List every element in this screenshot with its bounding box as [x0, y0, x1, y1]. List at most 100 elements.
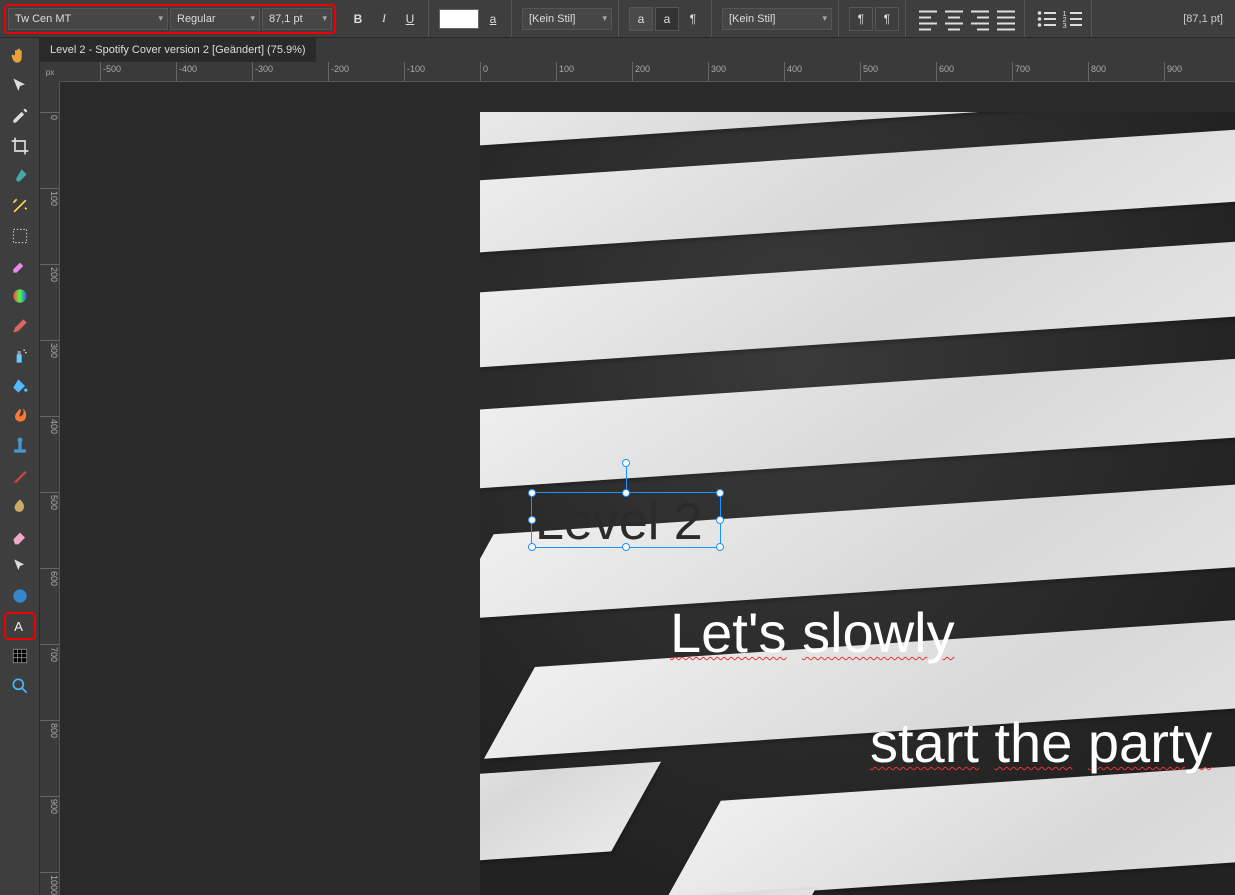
- svg-text:A: A: [14, 619, 23, 634]
- ruler-unit-label: px: [40, 62, 60, 82]
- ruler-v-tick: 200: [40, 264, 59, 282]
- horizontal-ruler[interactable]: -500-400-300-200-10001002003004005006007…: [60, 62, 1235, 82]
- pilcrow-button-3[interactable]: ¶: [875, 7, 899, 31]
- artwork-text-level2[interactable]: Level 2: [535, 492, 703, 552]
- underline-color-button[interactable]: a: [481, 7, 505, 31]
- bullet-list-button[interactable]: [1035, 7, 1059, 31]
- align-group: [910, 0, 1025, 37]
- paragraph-style-dropdown[interactable]: [Kein Stil]: [722, 8, 832, 30]
- ruler-v-tick: 300: [40, 340, 59, 358]
- leading-display: [87,1 pt]: [1183, 13, 1231, 25]
- handle-sw[interactable]: [528, 543, 536, 551]
- artwork-text-line2-word2: slowly: [802, 601, 954, 664]
- typography-button[interactable]: a: [655, 7, 679, 31]
- align-justify-button[interactable]: [994, 7, 1018, 31]
- ruler-v-tick: 1000: [40, 872, 59, 895]
- ruler-h-tick: 200: [632, 62, 650, 81]
- ruler-h-tick: -500: [100, 62, 121, 81]
- text-color-swatch[interactable]: [439, 9, 479, 29]
- ruler-h-tick: 300: [708, 62, 726, 81]
- color-picker-tool[interactable]: [4, 102, 36, 130]
- ruler-v-tick: 800: [40, 720, 59, 738]
- character-style-dropdown[interactable]: [Kein Stil]: [522, 8, 612, 30]
- brush-tool[interactable]: [4, 312, 36, 340]
- pilcrow-button-2[interactable]: ¶: [849, 7, 873, 31]
- stamp-tool[interactable]: [4, 432, 36, 460]
- gradient-tool[interactable]: [4, 282, 36, 310]
- node-tool[interactable]: [4, 552, 36, 580]
- crop-tool[interactable]: [4, 132, 36, 160]
- underline-button[interactable]: U: [398, 7, 422, 31]
- font-weight-value: Regular: [177, 13, 216, 25]
- handle-s[interactable]: [622, 543, 630, 551]
- ruler-v-tick: 0: [40, 112, 59, 120]
- pilcrow-button-1[interactable]: ¶: [681, 7, 705, 31]
- flame-tool[interactable]: [4, 402, 36, 430]
- align-right-button[interactable]: [968, 7, 992, 31]
- ruler-v-tick: 400: [40, 416, 59, 434]
- ruler-v-tick: 900: [40, 796, 59, 814]
- ruler-h-tick: 0: [480, 62, 488, 81]
- smudge-tool[interactable]: [4, 492, 36, 520]
- handle-w[interactable]: [528, 516, 536, 524]
- fill-bucket-tool[interactable]: [4, 372, 36, 400]
- ruler-v-tick: 600: [40, 568, 59, 586]
- ruler-h-tick: 100: [556, 62, 574, 81]
- artwork-text-line3-word3: party: [1088, 711, 1213, 774]
- artwork-text-line3[interactable]: start the party: [870, 710, 1212, 775]
- knife-tool[interactable]: [4, 462, 36, 490]
- font-family-dropdown[interactable]: Tw Cen MT: [8, 8, 168, 30]
- artwork-text-line2-word1: Let's: [670, 601, 787, 664]
- document-tab-bar: Level 2 - Spotify Cover version 2 [Geänd…: [0, 38, 1235, 62]
- handle-n[interactable]: [622, 489, 630, 497]
- canvas-viewport[interactable]: Level 2 Let's slowly: [60, 82, 1235, 895]
- para-style-group: [Kein Stil]: [716, 0, 839, 37]
- zoom-tool[interactable]: [4, 672, 36, 700]
- shape-tool[interactable]: [4, 582, 36, 610]
- artwork-text-line2[interactable]: Let's slowly: [670, 600, 955, 665]
- bold-button[interactable]: B: [346, 7, 370, 31]
- eraser-tool[interactable]: [4, 522, 36, 550]
- font-size-dropdown[interactable]: 87,1 pt: [262, 8, 332, 30]
- align-center-button[interactable]: [942, 7, 966, 31]
- case-group: a a ¶: [623, 0, 712, 37]
- ruler-h-tick: 500: [860, 62, 878, 81]
- magic-wand-tool[interactable]: [4, 192, 36, 220]
- align-left-button[interactable]: [916, 7, 940, 31]
- text-context-toolbar: Tw Cen MT Regular 87,1 pt B I U a [Kein …: [0, 0, 1235, 38]
- rotation-handle[interactable]: [622, 459, 630, 467]
- handle-e[interactable]: [716, 516, 724, 524]
- font-size-value: 87,1 pt: [269, 13, 303, 25]
- italic-button[interactable]: I: [372, 7, 396, 31]
- artwork-text-line3-word2: the: [994, 711, 1072, 774]
- text-tool[interactable]: A: [4, 612, 36, 640]
- hand-tool[interactable]: [4, 42, 36, 70]
- no-break-button[interactable]: a: [629, 7, 653, 31]
- spray-tool[interactable]: [4, 342, 36, 370]
- grid-tool[interactable]: [4, 642, 36, 670]
- ruler-h-tick: 400: [784, 62, 802, 81]
- selection-box[interactable]: [531, 492, 721, 548]
- handle-nw[interactable]: [528, 489, 536, 497]
- document-tab[interactable]: Level 2 - Spotify Cover version 2 [Geänd…: [40, 38, 316, 62]
- numbered-list-button[interactable]: 123: [1061, 7, 1085, 31]
- artwork: Level 2 Let's slowly: [480, 112, 1235, 895]
- char-style-group: [Kein Stil]: [516, 0, 619, 37]
- ruler-h-tick: 900: [1164, 62, 1182, 81]
- paragraph-style-value: [Kein Stil]: [729, 13, 775, 25]
- paint-brush-tool[interactable]: [4, 162, 36, 190]
- eraser-brush-tool[interactable]: [4, 252, 36, 280]
- font-style-group: B I U: [340, 0, 429, 37]
- marquee-tool[interactable]: [4, 222, 36, 250]
- vertical-ruler[interactable]: 01002003004005006007008009001000: [40, 82, 60, 895]
- font-family-value: Tw Cen MT: [15, 13, 71, 25]
- character-style-value: [Kein Stil]: [529, 13, 575, 25]
- move-tool[interactable]: [4, 72, 36, 100]
- document-tab-title: Level 2 - Spotify Cover version 2 [Geänd…: [50, 44, 306, 56]
- handle-ne[interactable]: [716, 489, 724, 497]
- handle-se[interactable]: [716, 543, 724, 551]
- font-weight-dropdown[interactable]: Regular: [170, 8, 260, 30]
- ruler-h-tick: -200: [328, 62, 349, 81]
- ruler-h-tick: 800: [1088, 62, 1106, 81]
- canvas-area: px -500-400-300-200-10001002003004005006…: [40, 62, 1235, 895]
